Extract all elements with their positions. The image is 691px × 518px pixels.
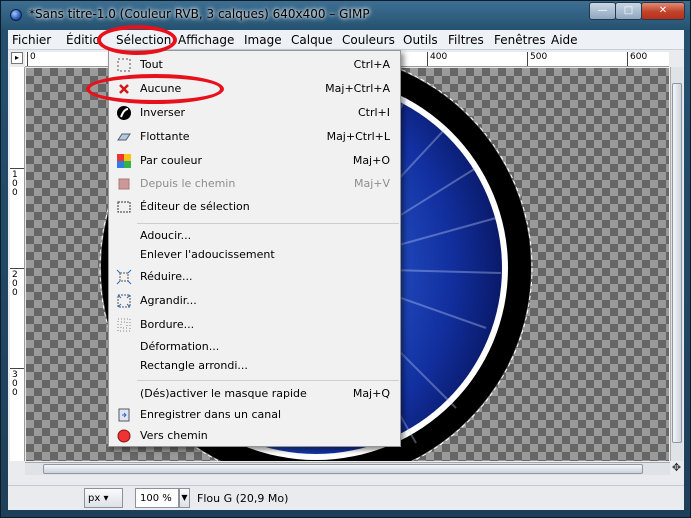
- horizontal-scroll-thumb[interactable]: [43, 464, 643, 474]
- title-bar[interactable]: *Sans titre-1.0 (Couleur RVB, 3 calques)…: [1, 1, 690, 29]
- ruler-label: 3 0 0: [12, 370, 18, 398]
- selection-menu-dropdown: Tout Ctrl+A Aucune Maj+Ctrl+A Inverser Ctrl…: [108, 50, 401, 447]
- menu-item-enlever-adoucissement[interactable]: Enlever l'adoucissement: [109, 244, 400, 266]
- menu-fichier[interactable]: Fichier: [12, 33, 51, 47]
- minimize-button[interactable]: —: [589, 2, 616, 20]
- gimp-app-icon: [10, 9, 22, 21]
- ruler-label: 0: [30, 52, 36, 62]
- to-path-icon: [117, 429, 131, 443]
- zoom-input[interactable]: 100 %: [135, 488, 179, 508]
- ruler-label: 400: [430, 52, 448, 62]
- ruler-label: 1 0 0: [12, 170, 18, 198]
- status-bar: px ▾ 100 % ▼ Flou G (20,9 Mo): [8, 485, 684, 510]
- menu-item-bordure[interactable]: Bordure...: [109, 314, 400, 336]
- menu-aide[interactable]: Aide: [551, 33, 578, 47]
- menu-item-editeur-de-selection[interactable]: Éditeur de sélection: [109, 196, 400, 218]
- vertical-ruler[interactable]: 1 0 0 2 0 0 3 0 0: [10, 67, 25, 461]
- menu-image[interactable]: Image: [244, 33, 282, 47]
- selection-editor-icon: [117, 201, 131, 213]
- quick-mask-corner[interactable]: ▸: [11, 52, 23, 64]
- menu-filtres[interactable]: Filtres: [448, 33, 484, 47]
- menu-item-masque-rapide[interactable]: (Dés)activer le masque rapide Maj+Q: [109, 383, 400, 405]
- menu-separator: [137, 380, 399, 381]
- ruler-label: 600: [630, 52, 648, 62]
- menu-outils[interactable]: Outils: [403, 33, 438, 47]
- status-text: Flou G (20,9 Mo): [197, 492, 289, 505]
- menu-item-vers-chemin[interactable]: Vers chemin: [109, 425, 400, 447]
- select-all-icon: [117, 58, 131, 72]
- annotation-circle-selection-menu: [97, 25, 177, 55]
- menu-fenetres[interactable]: Fenêtres: [494, 33, 546, 47]
- menu-item-flottante[interactable]: Flottante Maj+Ctrl+L: [109, 126, 400, 148]
- float-icon: [117, 133, 131, 141]
- menu-item-tout[interactable]: Tout Ctrl+A: [109, 54, 400, 76]
- menu-item-depuis-le-chemin[interactable]: Depuis le chemin Maj+V: [109, 173, 400, 195]
- menu-item-par-couleur[interactable]: Par couleur Maj+O: [109, 150, 400, 172]
- vertical-scroll-thumb[interactable]: [672, 83, 682, 443]
- menu-item-inverser[interactable]: Inverser Ctrl+I: [109, 102, 400, 124]
- menu-couleurs[interactable]: Couleurs: [342, 33, 395, 47]
- from-path-icon: [118, 178, 130, 190]
- menu-affichage[interactable]: Affichage: [178, 33, 234, 47]
- close-button[interactable]: ✕: [641, 2, 685, 20]
- menu-separator: [137, 223, 399, 224]
- invert-icon: [117, 106, 131, 120]
- ruler-label: 2 0 0: [12, 270, 18, 298]
- horizontal-scrollbar[interactable]: [25, 462, 670, 475]
- menu-edition[interactable]: Éditio: [66, 33, 100, 47]
- menu-item-enregistrer-canal[interactable]: Enregistrer dans un canal: [109, 404, 400, 426]
- unit-select[interactable]: px ▾: [84, 488, 123, 508]
- vertical-scrollbar[interactable]: [670, 67, 683, 461]
- navigate-icon[interactable]: ✥: [670, 462, 683, 475]
- shrink-icon: [116, 269, 132, 285]
- save-channel-icon: [118, 408, 130, 422]
- maximize-button[interactable]: □: [615, 2, 642, 20]
- ruler-label: 500: [530, 52, 548, 62]
- menu-item-rectangle-arrondi[interactable]: Rectangle arrondi...: [109, 355, 400, 377]
- menu-item-agrandir[interactable]: Agrandir...: [109, 290, 400, 312]
- grow-icon: [117, 294, 131, 308]
- menu-item-reduire[interactable]: Réduire...: [109, 266, 400, 288]
- menu-calque[interactable]: Calque: [291, 33, 333, 47]
- zoom-dropdown-button[interactable]: ▼: [179, 488, 190, 508]
- window-title: *Sans titre-1.0 (Couleur RVB, 3 calques)…: [29, 7, 370, 21]
- by-color-icon: [117, 154, 131, 168]
- border-icon: [117, 318, 131, 332]
- annotation-circle-aucune: [86, 74, 224, 104]
